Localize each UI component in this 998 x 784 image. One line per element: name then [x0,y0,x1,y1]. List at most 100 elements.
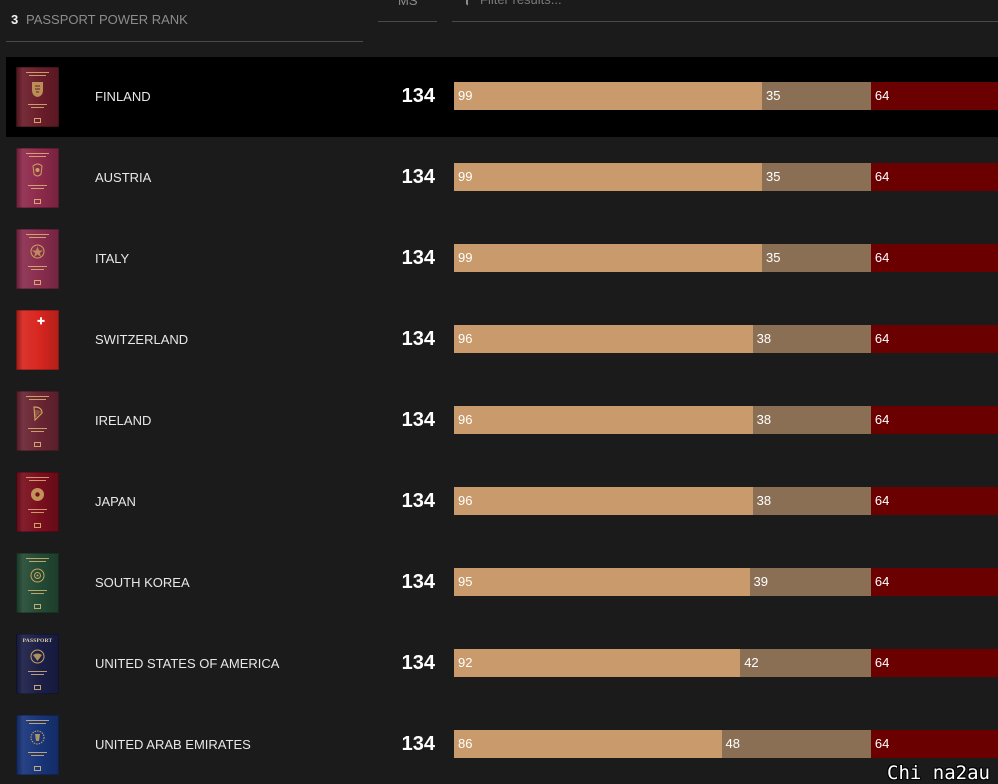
passport-text-line [29,480,46,481]
passport-text-line [26,720,49,721]
rank-column-header[interactable]: 3 PASSPORT POWER RANK [6,0,363,42]
bar-segment-1: 99 [454,163,762,191]
biometric-chip-icon [34,199,41,204]
bar-segment-label: 92 [458,655,473,670]
passport-row-south-korea[interactable]: SOUTH KOREA 134 95 39 64 [6,543,998,623]
ms-label: MS [398,0,418,8]
mobility-score: 134 [401,166,435,188]
country-name: ITALY [95,251,130,266]
passport-text-line [26,234,49,235]
mobility-score: 134 [401,247,435,269]
passport-text-line [26,558,49,559]
score-breakdown-bar: 99 35 64 [454,163,998,191]
filter-box[interactable] [452,0,998,22]
bar-segment-1: 92 [454,649,741,677]
passport-row-united-states-of-america[interactable]: PASSPORT UNITED STATES OF AMERICA 134 92 42 6… [6,624,998,704]
passport-text-line [29,75,46,76]
mobility-score: 134 [401,571,435,593]
score-breakdown-bar: 96 38 64 [454,487,998,515]
bar-segment-2: 35 [761,82,871,110]
ms-column-header[interactable]: MS [378,0,437,22]
score-breakdown-bar: 86 48 64 [454,730,998,758]
score-breakdown-bar: 99 35 64 [454,244,998,272]
bar-segment-2: 38 [752,325,871,353]
chrysanthemum-icon [30,486,45,503]
bar-segment-label: 86 [458,736,473,751]
bar-segment-label: 95 [458,574,473,589]
bar-segment-3: 64 [870,487,998,515]
bar-segment-label: 96 [458,331,473,346]
eagle-crest-icon [30,162,45,179]
passport-text-line [28,752,47,753]
passport-image [16,391,59,451]
biometric-chip-icon [34,604,41,609]
bar-segment-2: 48 [721,730,871,758]
passport-text-line [28,428,47,429]
bar-segment-label: 39 [753,574,768,589]
bar-segment-label: 99 [458,250,473,265]
swiss-cross-icon [36,316,46,327]
bar-segment-3: 64 [870,568,998,596]
score-breakdown-bar: 95 39 64 [454,568,998,596]
country-name: UNITED STATES OF AMERICA [95,656,280,671]
bar-segment-1: 96 [454,325,753,353]
passport-text-line [28,104,47,105]
bar-segment-1: 99 [454,244,762,272]
passport-image: PASSPORT [16,634,59,694]
bar-segment-3: 64 [870,406,998,434]
passport-row-finland[interactable]: FINLAND 134 99 35 64 [6,57,998,137]
mobility-score: 134 [401,652,435,674]
passport-text-line [29,561,46,562]
passport-text-line [31,188,44,189]
bar-segment-2: 39 [749,568,871,596]
passport-text-line [28,185,47,186]
bar-segment-label: 99 [458,88,473,103]
passport-text-line [29,399,46,400]
bar-segment-label: 96 [458,412,473,427]
biometric-chip-icon [34,685,41,690]
bar-segment-2: 35 [761,163,871,191]
bar-segment-2: 38 [752,406,871,434]
passport-row-ireland[interactable]: IRELAND 134 96 38 64 [6,381,998,461]
country-name: IRELAND [95,413,152,428]
bar-segment-3: 64 [870,82,998,110]
eagle-seal-icon [30,648,45,665]
mobility-score: 134 [401,733,435,755]
passport-image [16,472,59,532]
passport-text-line [31,674,44,675]
passport-row-switzerland[interactable]: SWITZERLAND 134 96 38 64 [6,300,998,380]
biometric-chip-icon [34,442,41,447]
mobility-score: 134 [401,409,435,431]
passport-text-line [29,723,46,724]
lion-crest-icon [30,81,45,98]
passport-text-line [28,266,47,267]
passport-row-austria[interactable]: AUSTRIA 134 99 35 64 [6,138,998,218]
passport-text-line [31,512,44,513]
passport-text-line [31,755,44,756]
bar-segment-label: 38 [756,331,772,346]
country-name: UNITED ARAB EMIRATES [95,737,251,752]
bar-segment-1: 96 [454,487,753,515]
hibiscus-emblem-icon [30,567,45,584]
passport-text-line [26,396,49,397]
bar-segment-label: 64 [874,655,890,670]
passport-ranking-list: FINLAND 134 99 35 64 AUSTRIA 134 99 35 64 ITALY 134… [0,57,998,784]
passport-row-italy[interactable]: ITALY 134 99 35 64 [6,219,998,299]
passport-image [16,67,59,127]
biometric-chip-icon [34,766,41,771]
bar-segment-label: 42 [744,655,759,670]
falcon-emblem-icon [30,729,45,746]
passport-row-united-arab-emirates[interactable]: UNITED ARAB EMIRATES 134 86 48 64 [6,705,998,784]
passport-row-japan[interactable]: JAPAN 134 96 38 64 [6,462,998,542]
bar-segment-label: 35 [765,169,781,184]
bar-segment-3: 64 [870,325,998,353]
passport-text-line [29,156,46,157]
harp-icon [30,405,45,422]
passport-text-line [31,107,44,108]
mobility-score: 134 [401,328,435,350]
rank-number: 3 [11,12,19,27]
bar-segment-label: 64 [874,493,890,508]
country-name: FINLAND [95,89,151,104]
bar-segment-label: 64 [874,331,890,346]
filter-input[interactable] [480,0,880,8]
